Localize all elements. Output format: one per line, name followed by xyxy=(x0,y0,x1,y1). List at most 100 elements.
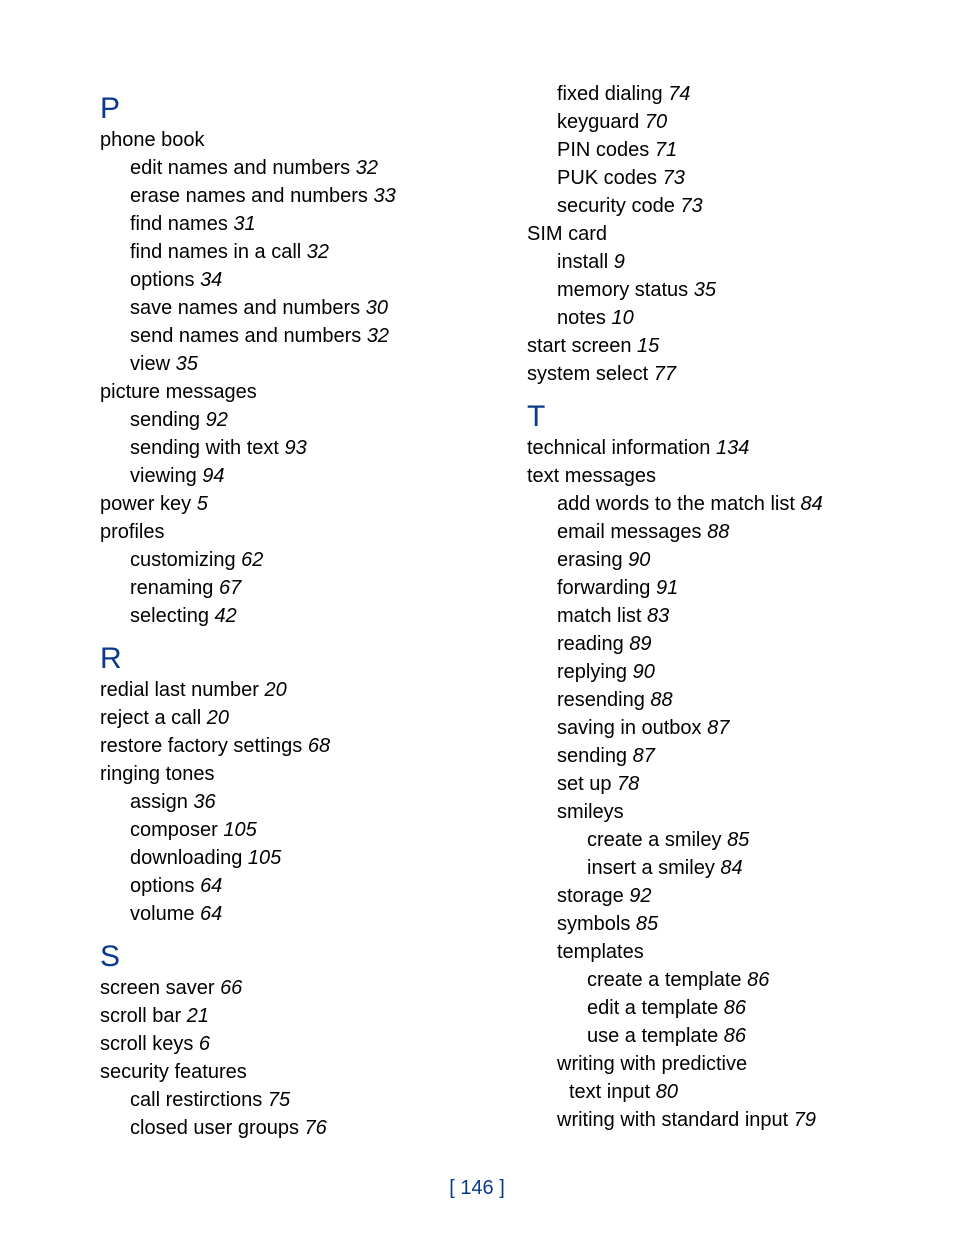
index-entry: options 64 xyxy=(130,872,467,900)
index-entry-page[interactable]: 73 xyxy=(680,195,702,217)
index-entry-page[interactable]: 89 xyxy=(629,633,651,655)
index-entry-page[interactable]: 88 xyxy=(707,521,729,543)
index-entry: sending 92 xyxy=(130,406,467,434)
index-entry: install 9 xyxy=(557,248,894,276)
index-entry-text: sending xyxy=(130,409,200,431)
index-entry-page[interactable]: 91 xyxy=(656,577,678,599)
index-entry: picture messages xyxy=(100,378,467,406)
index-entry-page[interactable]: 35 xyxy=(176,353,198,375)
index-entry-page[interactable]: 86 xyxy=(724,1025,746,1047)
index-entry: reading 89 xyxy=(557,630,894,658)
index-entry-page[interactable]: 64 xyxy=(200,903,222,925)
index-entry-page[interactable]: 6 xyxy=(199,1033,210,1055)
index-entry-page[interactable]: 10 xyxy=(612,307,634,329)
index-entry-page[interactable]: 92 xyxy=(206,409,228,431)
index-entry-page[interactable]: 42 xyxy=(215,605,237,627)
index-entry: power key 5 xyxy=(100,490,467,518)
index-entry-page[interactable]: 85 xyxy=(727,829,749,851)
index-entry: create a template 86 xyxy=(587,966,894,994)
index-entry-page[interactable]: 9 xyxy=(614,251,625,273)
index-entry-page[interactable]: 93 xyxy=(285,437,307,459)
index-entry: SIM card xyxy=(527,220,894,248)
index-entry-page[interactable]: 84 xyxy=(720,857,742,879)
index-entry-page[interactable]: 20 xyxy=(207,707,229,729)
index-entry: erasing 90 xyxy=(557,546,894,574)
index-entry-page[interactable]: 134 xyxy=(716,437,749,459)
index-entry-page[interactable]: 84 xyxy=(800,493,822,515)
index-entry-page[interactable]: 68 xyxy=(308,735,330,757)
index-entry-page[interactable]: 62 xyxy=(241,549,263,571)
index-entry-text: sending xyxy=(557,745,627,767)
index-entry-page[interactable]: 66 xyxy=(220,977,242,999)
index-entry-page[interactable]: 87 xyxy=(633,745,655,767)
index-entry-text: replying xyxy=(557,661,627,683)
index-entry-text: options xyxy=(130,875,195,897)
index-entry-page[interactable]: 90 xyxy=(633,661,655,683)
index-entry: redial last number 20 xyxy=(100,676,467,704)
index-entry-page[interactable]: 30 xyxy=(366,297,388,319)
index-entry-page[interactable]: 64 xyxy=(200,875,222,897)
index-entry-page[interactable]: 67 xyxy=(219,577,241,599)
index-entry-page[interactable]: 5 xyxy=(197,493,208,515)
index-entry: find names 31 xyxy=(130,210,467,238)
index-entry-page[interactable]: 73 xyxy=(663,167,685,189)
index-entry-text: create a template xyxy=(587,969,742,991)
index-entry-text: customizing xyxy=(130,549,236,571)
index-entry-text: erasing xyxy=(557,549,623,571)
index-entry-page[interactable]: 15 xyxy=(637,335,659,357)
index-entry-text: picture messages xyxy=(100,381,257,403)
index-entry-text: fixed dialing xyxy=(557,83,663,105)
index-entry-text: SIM card xyxy=(527,223,607,245)
index-entry-page[interactable]: 105 xyxy=(248,847,281,869)
page: Pphone bookedit names and numbers 32eras… xyxy=(0,0,954,1248)
index-entry-page[interactable]: 20 xyxy=(265,679,287,701)
index-entry: restore factory settings 68 xyxy=(100,732,467,760)
index-entry-page[interactable]: 33 xyxy=(373,185,395,207)
index-entry: use a template 86 xyxy=(587,1022,894,1050)
index-entry-page[interactable]: 78 xyxy=(617,773,639,795)
index-entry: reject a call 20 xyxy=(100,704,467,732)
index-entry-page[interactable]: 32 xyxy=(307,241,329,263)
index-entry-text: memory status xyxy=(557,279,688,301)
index-entry: storage 92 xyxy=(557,882,894,910)
index-entry-page[interactable]: 94 xyxy=(202,465,224,487)
index-entry: writing with standard input 79 xyxy=(557,1106,894,1134)
index-entry-text: technical information xyxy=(527,437,710,459)
index-entry-page[interactable]: 71 xyxy=(655,139,677,161)
index-entry-page[interactable]: 32 xyxy=(356,157,378,179)
index-entry-page[interactable]: 88 xyxy=(650,689,672,711)
index-entry-page[interactable]: 70 xyxy=(645,111,667,133)
index-section-letter: S xyxy=(100,942,467,972)
index-entry-page[interactable]: 87 xyxy=(707,717,729,739)
index-entry-page[interactable]: 83 xyxy=(647,605,669,627)
index-entry-page[interactable]: 35 xyxy=(694,279,716,301)
index-entry-page[interactable]: 86 xyxy=(724,997,746,1019)
index-entry-page[interactable]: 92 xyxy=(629,885,651,907)
index-entry-text: options xyxy=(130,269,195,291)
index-entry: sending 87 xyxy=(557,742,894,770)
index-entry-page[interactable]: 80 xyxy=(656,1081,678,1103)
index-entry-page[interactable]: 34 xyxy=(200,269,222,291)
index-entry-page[interactable]: 32 xyxy=(367,325,389,347)
index-entry-page[interactable]: 90 xyxy=(628,549,650,571)
index-entry: system select 77 xyxy=(527,360,894,388)
index-entry-page[interactable]: 36 xyxy=(193,791,215,813)
index-entry-text: profiles xyxy=(100,521,164,543)
index-entry-text: storage xyxy=(557,885,624,907)
index-entry-text: ringing tones xyxy=(100,763,215,785)
index-entry: send names and numbers 32 xyxy=(130,322,467,350)
index-entry-page[interactable]: 79 xyxy=(794,1109,816,1131)
index-entry-page[interactable]: 86 xyxy=(747,969,769,991)
index-entry-text: send names and numbers xyxy=(130,325,361,347)
index-entry: set up 78 xyxy=(557,770,894,798)
index-entry-page[interactable]: 77 xyxy=(654,363,676,385)
index-entry-page[interactable]: 21 xyxy=(187,1005,209,1027)
index-entry-page[interactable]: 85 xyxy=(636,913,658,935)
index-entry-page[interactable]: 31 xyxy=(233,213,255,235)
index-entry-page[interactable]: 74 xyxy=(668,83,690,105)
index-entry-page[interactable]: 105 xyxy=(223,819,256,841)
index-entry: composer 105 xyxy=(130,816,467,844)
index-entry-page[interactable]: 75 xyxy=(268,1089,290,1111)
page-number-value: 146 xyxy=(460,1177,493,1199)
index-entry-page[interactable]: 76 xyxy=(305,1117,327,1139)
